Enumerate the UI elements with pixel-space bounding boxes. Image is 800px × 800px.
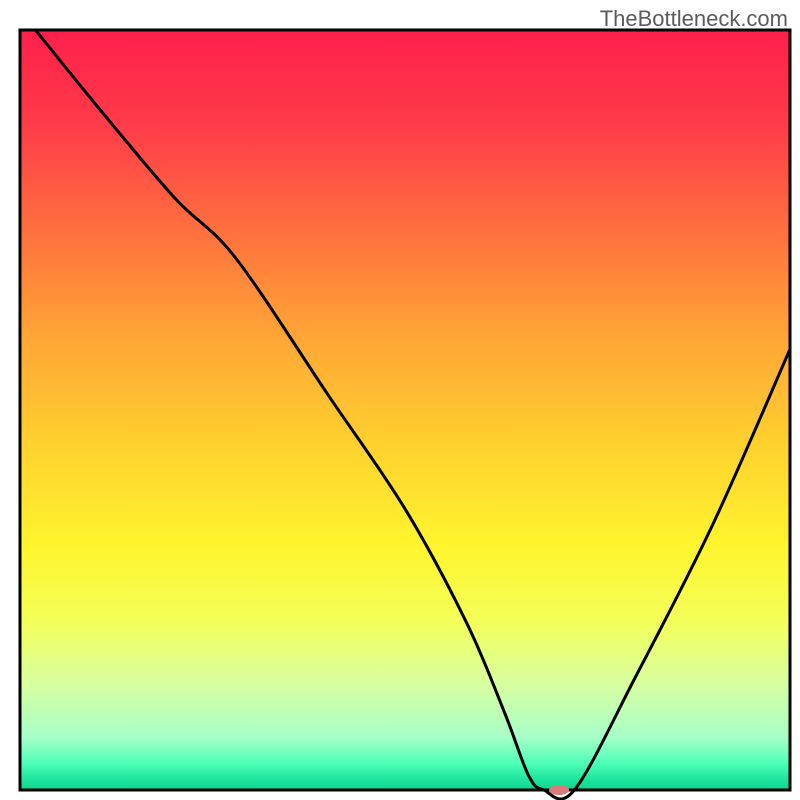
bottleneck-chart: TheBottleneck.com bbox=[0, 0, 800, 800]
optimal-marker bbox=[549, 785, 569, 795]
watermark-label: TheBottleneck.com bbox=[600, 6, 788, 32]
plot-background bbox=[20, 30, 790, 790]
chart-svg bbox=[0, 0, 800, 800]
